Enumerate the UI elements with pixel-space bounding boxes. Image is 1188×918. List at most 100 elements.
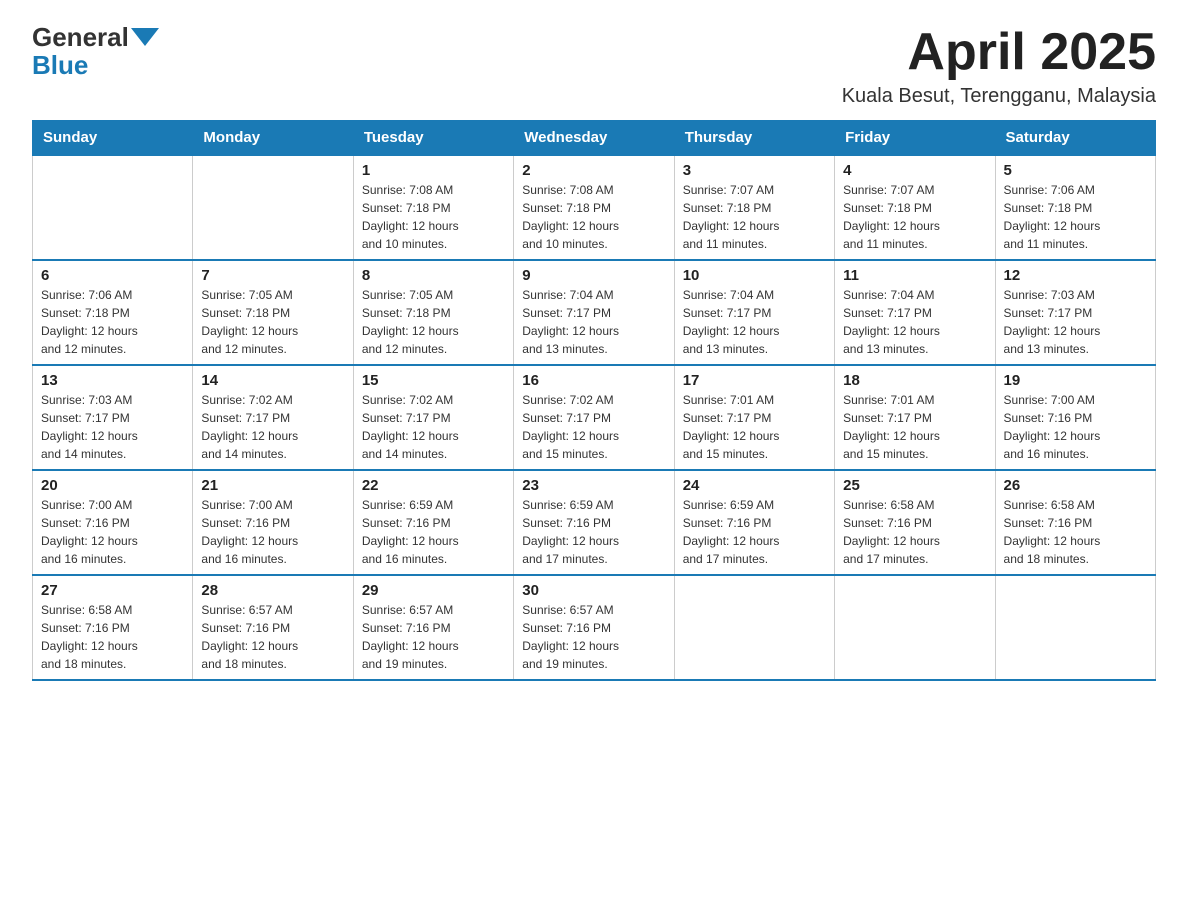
day-info: Sunrise: 6:58 AM Sunset: 7:16 PM Dayligh…: [41, 601, 184, 673]
day-number: 25: [843, 477, 986, 494]
page-header: General Blue April 2025 Kuala Besut, Ter…: [32, 24, 1156, 108]
day-info: Sunrise: 7:02 AM Sunset: 7:17 PM Dayligh…: [362, 391, 505, 463]
calendar-day-cell: 18 Sunrise: 7:01 AM Sunset: 7:17 PM Dayli…: [835, 365, 995, 470]
day-info: Sunrise: 7:06 AM Sunset: 7:18 PM Dayligh…: [1004, 181, 1147, 253]
day-info: Sunrise: 6:57 AM Sunset: 7:16 PM Dayligh…: [362, 601, 505, 673]
day-number: 12: [1004, 267, 1147, 284]
calendar-day-cell: 22 Sunrise: 6:59 AM Sunset: 7:16 PM Dayli…: [353, 470, 513, 575]
logo-general-text: General: [32, 24, 129, 50]
day-of-week-header: Tuesday: [353, 121, 513, 156]
calendar-day-cell: 17 Sunrise: 7:01 AM Sunset: 7:17 PM Dayli…: [674, 365, 834, 470]
day-number: 11: [843, 267, 986, 284]
logo-blue-text: Blue: [32, 50, 88, 81]
calendar-day-cell: 29 Sunrise: 6:57 AM Sunset: 7:16 PM Dayli…: [353, 575, 513, 680]
calendar-header: SundayMondayTuesdayWednesdayThursdayFrid…: [33, 121, 1156, 156]
calendar-week-row: 1 Sunrise: 7:08 AM Sunset: 7:18 PM Daylig…: [33, 155, 1156, 260]
month-year-title: April 2025: [842, 24, 1156, 81]
calendar-day-cell: 19 Sunrise: 7:00 AM Sunset: 7:16 PM Dayli…: [995, 365, 1155, 470]
calendar-day-cell: 28 Sunrise: 6:57 AM Sunset: 7:16 PM Dayli…: [193, 575, 353, 680]
calendar-week-row: 13Sunrise: 7:03 AM Sunset: 7:17 PM Dayli…: [33, 365, 1156, 470]
day-number: 15: [362, 372, 505, 389]
day-number: 21: [201, 477, 344, 494]
day-number: 29: [362, 582, 505, 599]
day-info: Sunrise: 7:07 AM Sunset: 7:18 PM Dayligh…: [843, 181, 986, 253]
day-info: Sunrise: 6:59 AM Sunset: 7:16 PM Dayligh…: [683, 496, 826, 568]
calendar-day-cell: 9Sunrise: 7:04 AM Sunset: 7:17 PM Daylig…: [514, 260, 674, 365]
calendar-day-cell: 15 Sunrise: 7:02 AM Sunset: 7:17 PM Dayli…: [353, 365, 513, 470]
day-info: Sunrise: 7:07 AM Sunset: 7:18 PM Dayligh…: [683, 181, 826, 253]
calendar-week-row: 27 Sunrise: 6:58 AM Sunset: 7:16 PM Dayli…: [33, 575, 1156, 680]
location-subtitle: Kuala Besut, Terengganu, Malaysia: [842, 85, 1156, 108]
days-of-week-row: SundayMondayTuesdayWednesdayThursdayFrid…: [33, 121, 1156, 156]
calendar-day-cell: 27 Sunrise: 6:58 AM Sunset: 7:16 PM Dayli…: [33, 575, 193, 680]
calendar-day-cell: [995, 575, 1155, 680]
day-info: Sunrise: 7:08 AM Sunset: 7:18 PM Dayligh…: [362, 181, 505, 253]
day-info: Sunrise: 6:58 AM Sunset: 7:16 PM Dayligh…: [843, 496, 986, 568]
day-info: Sunrise: 7:01 AM Sunset: 7:17 PM Dayligh…: [843, 391, 986, 463]
day-number: 14: [201, 372, 344, 389]
day-info: Sunrise: 7:04 AM Sunset: 7:17 PM Dayligh…: [683, 286, 826, 358]
day-number: 13: [41, 372, 184, 389]
day-number: 23: [522, 477, 665, 494]
day-info: Sunrise: 7:00 AM Sunset: 7:16 PM Dayligh…: [1004, 391, 1147, 463]
day-info: Sunrise: 6:59 AM Sunset: 7:16 PM Dayligh…: [362, 496, 505, 568]
calendar-day-cell: 5Sunrise: 7:06 AM Sunset: 7:18 PM Daylig…: [995, 155, 1155, 260]
calendar-day-cell: [674, 575, 834, 680]
logo: General Blue: [32, 24, 159, 81]
day-number: 16: [522, 372, 665, 389]
day-info: Sunrise: 7:01 AM Sunset: 7:17 PM Dayligh…: [683, 391, 826, 463]
day-info: Sunrise: 6:59 AM Sunset: 7:16 PM Dayligh…: [522, 496, 665, 568]
calendar-day-cell: 16 Sunrise: 7:02 AM Sunset: 7:17 PM Dayli…: [514, 365, 674, 470]
calendar-day-cell: [193, 155, 353, 260]
day-number: 4: [843, 162, 986, 179]
calendar-day-cell: [835, 575, 995, 680]
day-number: 28: [201, 582, 344, 599]
calendar-day-cell: 13Sunrise: 7:03 AM Sunset: 7:17 PM Dayli…: [33, 365, 193, 470]
calendar-table: SundayMondayTuesdayWednesdayThursdayFrid…: [32, 120, 1156, 681]
day-info: Sunrise: 7:04 AM Sunset: 7:17 PM Dayligh…: [522, 286, 665, 358]
calendar-week-row: 20Sunrise: 7:00 AM Sunset: 7:16 PM Dayli…: [33, 470, 1156, 575]
calendar-day-cell: 6Sunrise: 7:06 AM Sunset: 7:18 PM Daylig…: [33, 260, 193, 365]
day-of-week-header: Friday: [835, 121, 995, 156]
day-of-week-header: Sunday: [33, 121, 193, 156]
calendar-day-cell: 11Sunrise: 7:04 AM Sunset: 7:17 PM Dayli…: [835, 260, 995, 365]
day-number: 30: [522, 582, 665, 599]
day-info: Sunrise: 6:58 AM Sunset: 7:16 PM Dayligh…: [1004, 496, 1147, 568]
calendar-day-cell: 26 Sunrise: 6:58 AM Sunset: 7:16 PM Dayli…: [995, 470, 1155, 575]
calendar-day-cell: 14Sunrise: 7:02 AM Sunset: 7:17 PM Dayli…: [193, 365, 353, 470]
calendar-day-cell: 10Sunrise: 7:04 AM Sunset: 7:17 PM Dayli…: [674, 260, 834, 365]
day-number: 22: [362, 477, 505, 494]
day-number: 8: [362, 267, 505, 284]
day-number: 1: [362, 162, 505, 179]
calendar-day-cell: 30 Sunrise: 6:57 AM Sunset: 7:16 PM Dayli…: [514, 575, 674, 680]
day-number: 27: [41, 582, 184, 599]
day-of-week-header: Thursday: [674, 121, 834, 156]
day-number: 7: [201, 267, 344, 284]
calendar-day-cell: 25 Sunrise: 6:58 AM Sunset: 7:16 PM Dayli…: [835, 470, 995, 575]
calendar-body: 1 Sunrise: 7:08 AM Sunset: 7:18 PM Daylig…: [33, 155, 1156, 680]
day-info: Sunrise: 7:02 AM Sunset: 7:17 PM Dayligh…: [522, 391, 665, 463]
logo-arrow-icon: [131, 28, 159, 46]
day-of-week-header: Saturday: [995, 121, 1155, 156]
day-of-week-header: Wednesday: [514, 121, 674, 156]
calendar-day-cell: 20Sunrise: 7:00 AM Sunset: 7:16 PM Dayli…: [33, 470, 193, 575]
day-number: 17: [683, 372, 826, 389]
day-info: Sunrise: 7:00 AM Sunset: 7:16 PM Dayligh…: [41, 496, 184, 568]
day-number: 26: [1004, 477, 1147, 494]
calendar-day-cell: [33, 155, 193, 260]
calendar-day-cell: 24 Sunrise: 6:59 AM Sunset: 7:16 PM Dayli…: [674, 470, 834, 575]
day-number: 18: [843, 372, 986, 389]
day-of-week-header: Monday: [193, 121, 353, 156]
calendar-day-cell: 7 Sunrise: 7:05 AM Sunset: 7:18 PM Daylig…: [193, 260, 353, 365]
day-info: Sunrise: 6:57 AM Sunset: 7:16 PM Dayligh…: [522, 601, 665, 673]
day-number: 24: [683, 477, 826, 494]
calendar-day-cell: 1 Sunrise: 7:08 AM Sunset: 7:18 PM Daylig…: [353, 155, 513, 260]
day-info: Sunrise: 7:05 AM Sunset: 7:18 PM Dayligh…: [201, 286, 344, 358]
day-number: 19: [1004, 372, 1147, 389]
calendar-week-row: 6Sunrise: 7:06 AM Sunset: 7:18 PM Daylig…: [33, 260, 1156, 365]
calendar-day-cell: 3Sunrise: 7:07 AM Sunset: 7:18 PM Daylig…: [674, 155, 834, 260]
day-info: Sunrise: 7:00 AM Sunset: 7:16 PM Dayligh…: [201, 496, 344, 568]
calendar-day-cell: 12Sunrise: 7:03 AM Sunset: 7:17 PM Dayli…: [995, 260, 1155, 365]
day-number: 6: [41, 267, 184, 284]
day-info: Sunrise: 6:57 AM Sunset: 7:16 PM Dayligh…: [201, 601, 344, 673]
